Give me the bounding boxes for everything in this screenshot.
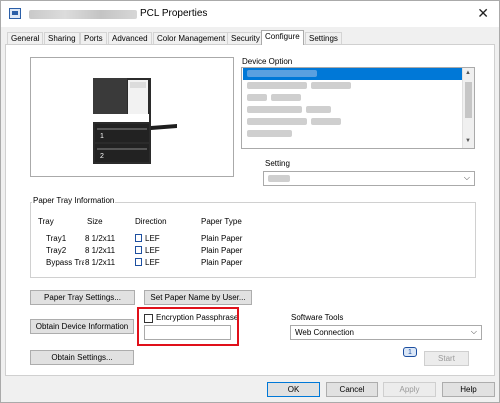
list-scrollbar[interactable]: ▲ ▼ xyxy=(462,68,474,148)
tab-configure[interactable]: Configure xyxy=(261,30,304,45)
setting-dropdown[interactable]: ⌵ xyxy=(263,171,475,186)
scroll-up-icon[interactable]: ▲ xyxy=(465,70,471,76)
software-tools-value: Web Connection xyxy=(295,328,354,337)
list-item[interactable] xyxy=(243,104,473,116)
web-connection-icon: 1 xyxy=(403,347,417,357)
paper-tray-settings-button[interactable]: Paper Tray Settings... xyxy=(30,290,135,305)
set-paper-name-button[interactable]: Set Paper Name by User... xyxy=(144,290,252,305)
chevron-down-icon: ⌵ xyxy=(463,173,470,182)
help-button[interactable]: Help xyxy=(442,382,495,397)
col-direction: Direction xyxy=(135,217,167,226)
software-tools-dropdown[interactable]: Web Connection ⌵ xyxy=(290,325,482,340)
obtain-device-information-button[interactable]: Obtain Device Information xyxy=(30,319,134,334)
redacted-printer-name xyxy=(29,10,137,19)
list-item[interactable] xyxy=(243,92,473,104)
device-option-list[interactable]: ▲ ▼ xyxy=(241,67,475,149)
tray-direction: LEF xyxy=(135,246,160,255)
chevron-down-icon: ⌵ xyxy=(470,327,477,336)
software-tools-label: Software Tools xyxy=(291,313,344,322)
printer-preview: 1 2 xyxy=(30,57,234,177)
list-item[interactable] xyxy=(243,68,473,80)
list-item[interactable] xyxy=(243,128,473,140)
title-bar: PCL Properties ✕ xyxy=(1,1,499,27)
tray-type: Plain Paper xyxy=(201,258,243,267)
highlight-box xyxy=(137,307,239,346)
list-item[interactable] xyxy=(243,80,473,92)
tray-direction: LEF xyxy=(135,234,160,243)
tray-size: 8 1/2x11 xyxy=(85,258,116,267)
tray-size: 8 1/2x11 xyxy=(85,246,116,255)
scroll-down-icon[interactable]: ▼ xyxy=(465,138,471,144)
printer-image: 1 2 xyxy=(93,78,177,164)
device-option-label-text: Device Option xyxy=(241,57,294,66)
setting-label: Setting xyxy=(264,159,291,168)
page-orientation-icon xyxy=(135,234,142,242)
svg-text:1: 1 xyxy=(100,133,104,140)
tray-name: Tray1 xyxy=(46,234,67,243)
col-paper-type: Paper Type xyxy=(201,217,242,226)
printer-icon xyxy=(9,8,21,19)
obtain-settings-button[interactable]: Obtain Settings... xyxy=(30,350,134,365)
redacted-setting-value xyxy=(268,175,290,182)
col-size: Size xyxy=(87,217,103,226)
tray-name: Tray2 xyxy=(46,246,67,255)
tray-type: Plain Paper xyxy=(201,246,243,255)
tray-name: Bypass Tra xyxy=(46,258,84,267)
tray-direction: LEF xyxy=(135,258,160,267)
paper-tray-label: Paper Tray Information xyxy=(32,196,116,205)
list-item[interactable] xyxy=(243,116,473,128)
page-orientation-icon xyxy=(135,246,142,254)
scroll-thumb[interactable] xyxy=(465,82,472,118)
tray-size: 8 1/2x11 xyxy=(85,234,116,243)
col-tray: Tray xyxy=(38,217,54,226)
tray-type: Plain Paper xyxy=(201,234,243,243)
svg-text:2: 2 xyxy=(100,153,104,160)
ok-button[interactable]: OK xyxy=(267,382,320,397)
properties-window: PCL Properties ✕ General Sharing Ports A… xyxy=(0,0,500,403)
cancel-button[interactable]: Cancel xyxy=(326,382,378,397)
window-title: PCL Properties xyxy=(140,8,208,19)
close-icon[interactable]: ✕ xyxy=(477,5,489,22)
page-orientation-icon xyxy=(135,258,142,266)
apply-button[interactable]: Apply xyxy=(383,382,436,397)
start-button[interactable]: Start xyxy=(424,351,469,366)
